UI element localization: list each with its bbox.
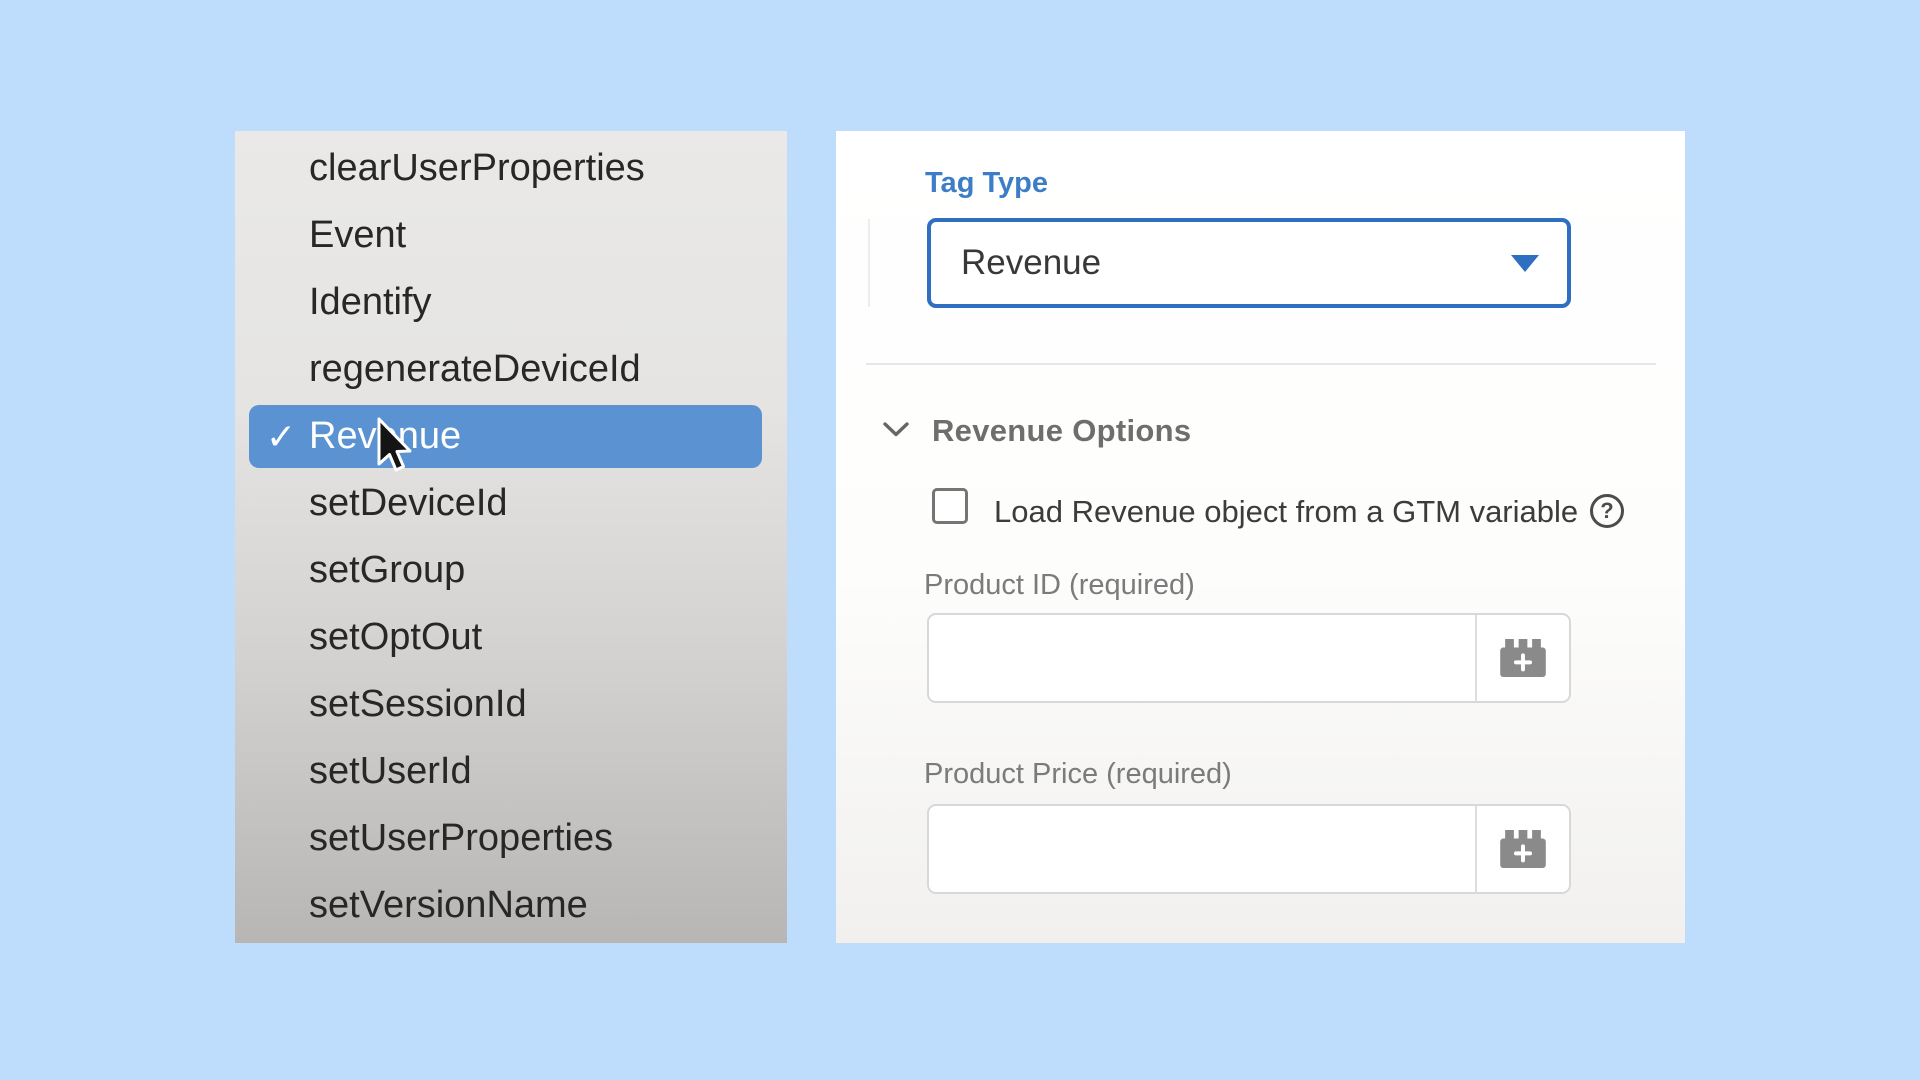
tag-type-select[interactable]: Revenue (927, 218, 1571, 308)
menu-item-setuserproperties[interactable]: setUserProperties (235, 805, 787, 872)
gtm-variable-picker-button[interactable] (1477, 615, 1569, 701)
checkbox-label[interactable]: Load Revenue object from a GTM variable (994, 494, 1578, 530)
product-id-input[interactable] (929, 615, 1475, 701)
section-divider (866, 363, 1656, 365)
tag-type-selected-value: Revenue (961, 243, 1511, 283)
page-background: { "colors": { "page_background": "#bedcf… (0, 0, 1920, 1080)
menu-item-regeneratedeviceid[interactable]: regenerateDeviceId (235, 336, 787, 403)
panel-hairline (868, 219, 870, 307)
gtm-variable-picker-button[interactable] (1477, 806, 1569, 892)
help-icon[interactable]: ? (1590, 494, 1624, 528)
menu-item-label: Revenue (309, 415, 461, 457)
menu-item-clearuserproperties[interactable]: clearUserProperties (235, 135, 787, 202)
tag-type-options-menu: clearUserProperties Event Identify regen… (235, 131, 787, 943)
menu-item-identify[interactable]: Identify (235, 269, 787, 336)
revenue-options-section-title[interactable]: Revenue Options (932, 413, 1191, 449)
chevron-down-icon (1511, 255, 1539, 272)
checkmark-icon: ✓ (266, 405, 296, 468)
menu-item-setsessionid[interactable]: setSessionId (235, 671, 787, 738)
menu-item-event[interactable]: Event (235, 202, 787, 269)
product-id-field (927, 613, 1571, 703)
brick-plus-icon (1500, 830, 1546, 868)
menu-item-setuserid[interactable]: setUserId (235, 738, 787, 805)
menu-item-setgroup[interactable]: setGroup (235, 537, 787, 604)
menu-item-setversionname[interactable]: setVersionName (235, 872, 787, 939)
product-id-label: Product ID (required) (924, 569, 1195, 602)
tag-type-label: Tag Type (925, 167, 1048, 200)
load-revenue-from-gtm-checkbox[interactable] (932, 488, 968, 524)
menu-item-revenue-selected[interactable]: ✓ Revenue (249, 405, 762, 468)
collapse-chevron-icon[interactable] (882, 421, 910, 438)
menu-item-setdeviceid[interactable]: setDeviceId (235, 470, 787, 537)
menu-item-setoptout[interactable]: setOptOut (235, 604, 787, 671)
tag-config-panel: Tag Type Revenue Revenue Options Load Re… (836, 131, 1685, 943)
brick-plus-icon (1500, 639, 1546, 677)
product-price-field (927, 804, 1571, 894)
product-price-input[interactable] (929, 806, 1475, 892)
product-price-label: Product Price (required) (924, 758, 1232, 791)
